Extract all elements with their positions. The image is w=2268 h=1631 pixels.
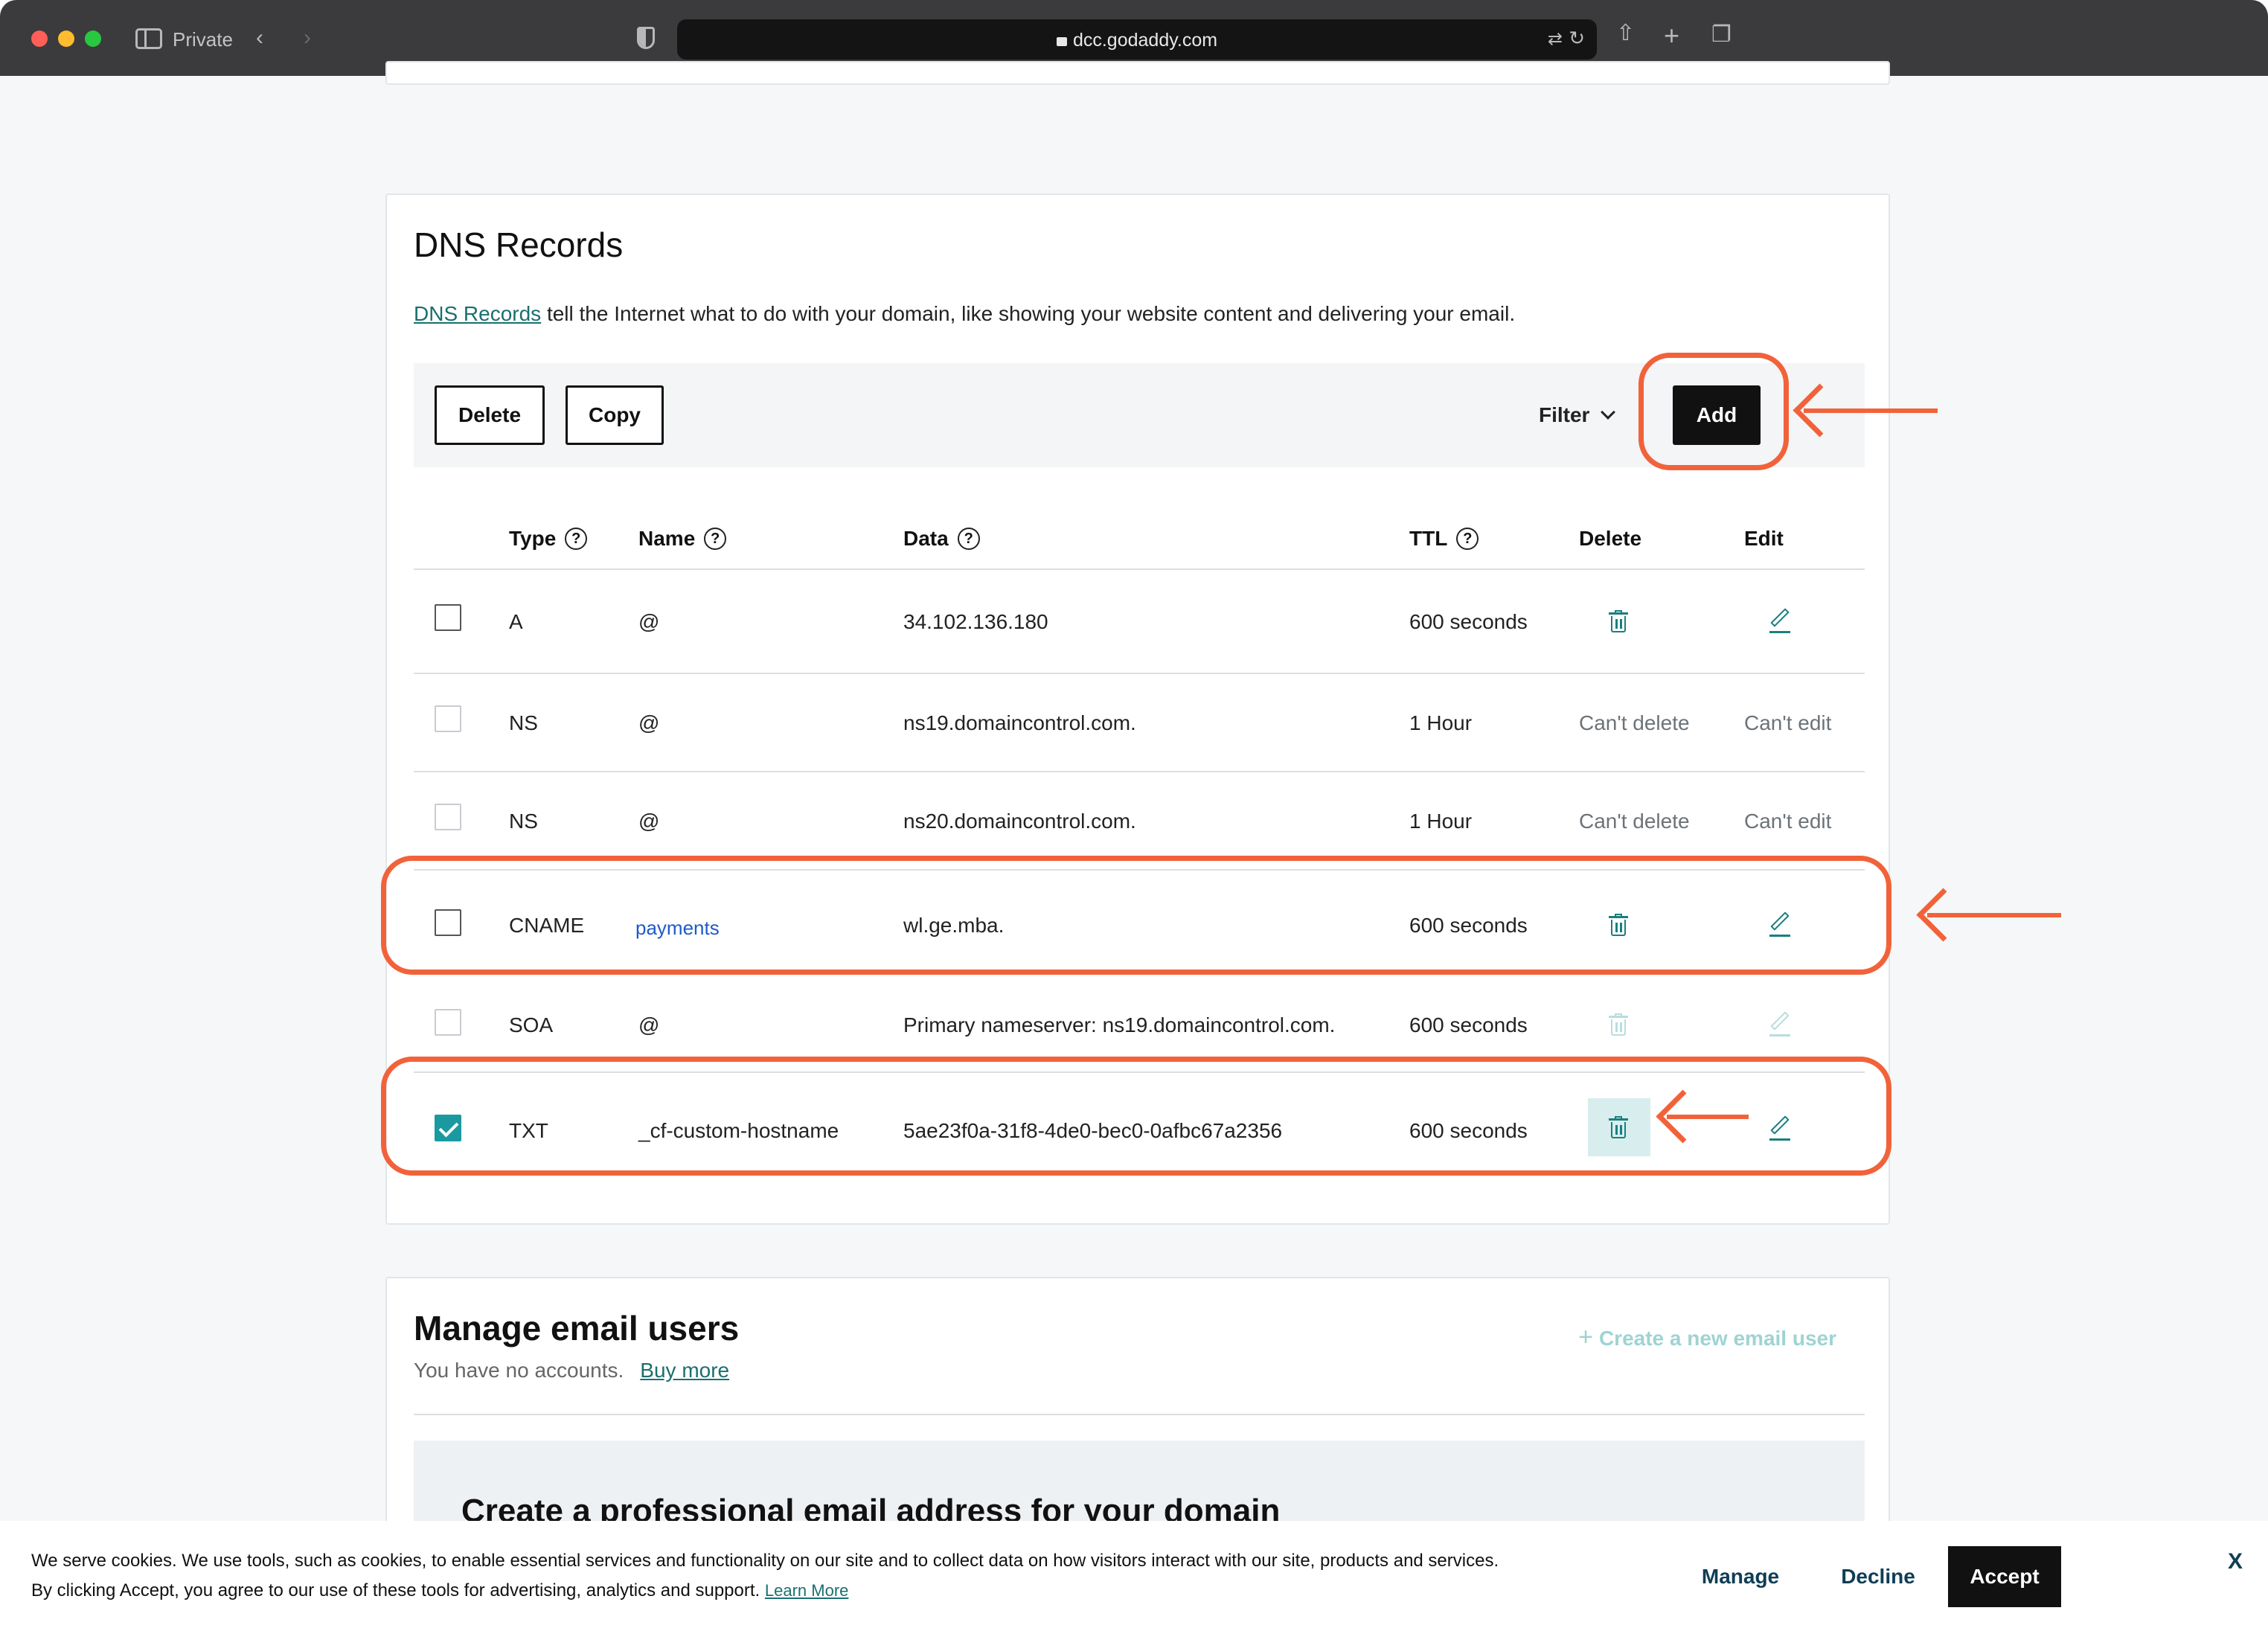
- page-content: DNS Records DNS Records tell the Interne…: [0, 61, 2268, 1631]
- buy-more-link[interactable]: Buy more: [640, 1359, 729, 1382]
- column-name: Name?: [638, 527, 727, 551]
- column-name-label: Name: [638, 527, 696, 550]
- help-icon[interactable]: ?: [565, 528, 588, 550]
- trash-icon: [1609, 1013, 1628, 1036]
- dns-records-description-text: tell the Internet what to do with your d…: [541, 302, 1516, 325]
- table-row: A @ 34.102.136.180 600 seconds: [414, 570, 1865, 674]
- help-icon[interactable]: ?: [957, 528, 980, 550]
- cookie-manage-button[interactable]: Manage: [1692, 1546, 1789, 1607]
- row-checkbox[interactable]: [435, 1009, 461, 1036]
- previous-card-bottom: [385, 61, 1890, 85]
- record-type: SOA: [509, 1013, 554, 1036]
- dns-records-description: DNS Records tell the Internet what to do…: [414, 302, 1515, 326]
- dns-records-title: DNS Records: [414, 225, 624, 264]
- cookie-accept-button[interactable]: Accept: [1948, 1546, 2061, 1607]
- trash-icon[interactable]: [1609, 610, 1628, 632]
- dns-records-link[interactable]: DNS Records: [414, 302, 541, 325]
- record-ttl: 1 Hour: [1409, 711, 1473, 734]
- tab-overview-icon[interactable]: ❐: [1711, 24, 1732, 46]
- new-tab-icon[interactable]: +: [1664, 22, 1679, 49]
- row-checkbox[interactable]: [435, 804, 461, 830]
- filter-dropdown[interactable]: Filter: [1539, 403, 1616, 427]
- annotation-arrow: [1804, 408, 1938, 413]
- no-accounts-label: You have no accounts.: [414, 1359, 624, 1382]
- column-ttl: TTL?: [1409, 527, 1479, 551]
- cant-edit-text: Can't edit: [1744, 711, 1832, 734]
- record-data: ns20.domaincontrol.com.: [903, 810, 1136, 833]
- column-ttl-label: TTL: [1409, 527, 1448, 550]
- cookie-text: We serve cookies. We use tools, such as …: [31, 1546, 1519, 1606]
- pencil-icon: [1769, 1011, 1790, 1036]
- chevron-down-icon: [1601, 405, 1616, 420]
- record-data: Primary nameserver: ns19.domaincontrol.c…: [903, 1013, 1336, 1036]
- lock-icon: [1056, 37, 1067, 46]
- record-ttl: 1 Hour: [1409, 810, 1473, 833]
- annotation-highlight-cname: [381, 856, 1891, 975]
- forward-icon[interactable]: ›: [304, 27, 311, 49]
- record-type: A: [509, 610, 523, 633]
- record-ttl: 600 seconds: [1409, 1013, 1528, 1036]
- close-icon[interactable]: X: [2228, 1549, 2243, 1574]
- record-data: 34.102.136.180: [903, 610, 1048, 633]
- filter-label: Filter: [1539, 403, 1590, 426]
- share-icon[interactable]: ⇧: [1616, 22, 1635, 45]
- record-name: @: [638, 610, 660, 633]
- no-accounts-text: You have no accounts. Buy more: [414, 1359, 729, 1382]
- annotation-arrow: [1667, 1115, 1749, 1119]
- minimize-window-button[interactable]: [58, 31, 74, 47]
- column-delete: Delete: [1579, 527, 1642, 550]
- record-data: ns19.domaincontrol.com.: [903, 711, 1136, 734]
- translate-icon[interactable]: ⇄: [1548, 28, 1563, 50]
- url-text: dcc.godaddy.com: [1072, 30, 1218, 51]
- help-icon[interactable]: ?: [1456, 528, 1479, 550]
- column-data-label: Data: [903, 527, 949, 550]
- record-name: @: [638, 810, 660, 833]
- cant-delete-text: Can't delete: [1579, 810, 1690, 833]
- cant-delete-text: Can't delete: [1579, 711, 1690, 734]
- zoom-window-button[interactable]: [85, 31, 101, 47]
- plus-icon: +: [1578, 1323, 1593, 1351]
- reload-icon[interactable]: ↻: [1569, 27, 1585, 50]
- manage-email-title: Manage email users: [414, 1309, 740, 1348]
- divider: [414, 1414, 1865, 1415]
- address-bar[interactable]: dcc.godaddy.com ⇄ ↻: [677, 19, 1597, 60]
- sidebar-toggle-icon[interactable]: [135, 28, 162, 49]
- record-type: NS: [509, 810, 538, 833]
- record-name: @: [638, 1013, 660, 1036]
- table-row: NS @ ns19.domaincontrol.com. 1 Hour Can'…: [414, 674, 1865, 772]
- browser-window: Private ‹ › dcc.godaddy.com ⇄ ↻ ⇧ + ❐ DN…: [0, 0, 2268, 1631]
- create-email-user-button[interactable]: + Create a new email user: [1578, 1323, 1836, 1352]
- back-icon[interactable]: ‹: [256, 27, 263, 49]
- cant-edit-text: Can't edit: [1744, 810, 1832, 833]
- row-checkbox[interactable]: [435, 705, 461, 732]
- delete-button[interactable]: Delete: [435, 385, 545, 445]
- pencil-icon[interactable]: [1769, 608, 1790, 633]
- help-icon[interactable]: ?: [704, 528, 727, 550]
- cookie-banner: We serve cookies. We use tools, such as …: [0, 1521, 2268, 1631]
- column-type-label: Type: [509, 527, 557, 550]
- column-type: Type?: [509, 527, 588, 551]
- row-checkbox[interactable]: [435, 604, 461, 631]
- record-type: NS: [509, 711, 538, 734]
- copy-button[interactable]: Copy: [566, 385, 664, 445]
- close-window-button[interactable]: [31, 31, 48, 47]
- table-header: Type? Name? Data? TTL? Delete Edit: [414, 507, 1865, 570]
- cookie-decline-button[interactable]: Decline: [1826, 1546, 1930, 1607]
- learn-more-link[interactable]: Learn More: [765, 1581, 849, 1600]
- record-ttl: 600 seconds: [1409, 610, 1528, 633]
- column-data: Data?: [903, 527, 980, 551]
- record-name: @: [638, 711, 660, 734]
- private-label: Private: [173, 28, 233, 51]
- annotation-highlight-add: [1638, 353, 1789, 470]
- column-edit: Edit: [1744, 527, 1784, 550]
- privacy-shield-icon[interactable]: [637, 27, 655, 49]
- annotation-arrow: [1927, 913, 2061, 917]
- create-email-user-label: Create a new email user: [1598, 1327, 1836, 1350]
